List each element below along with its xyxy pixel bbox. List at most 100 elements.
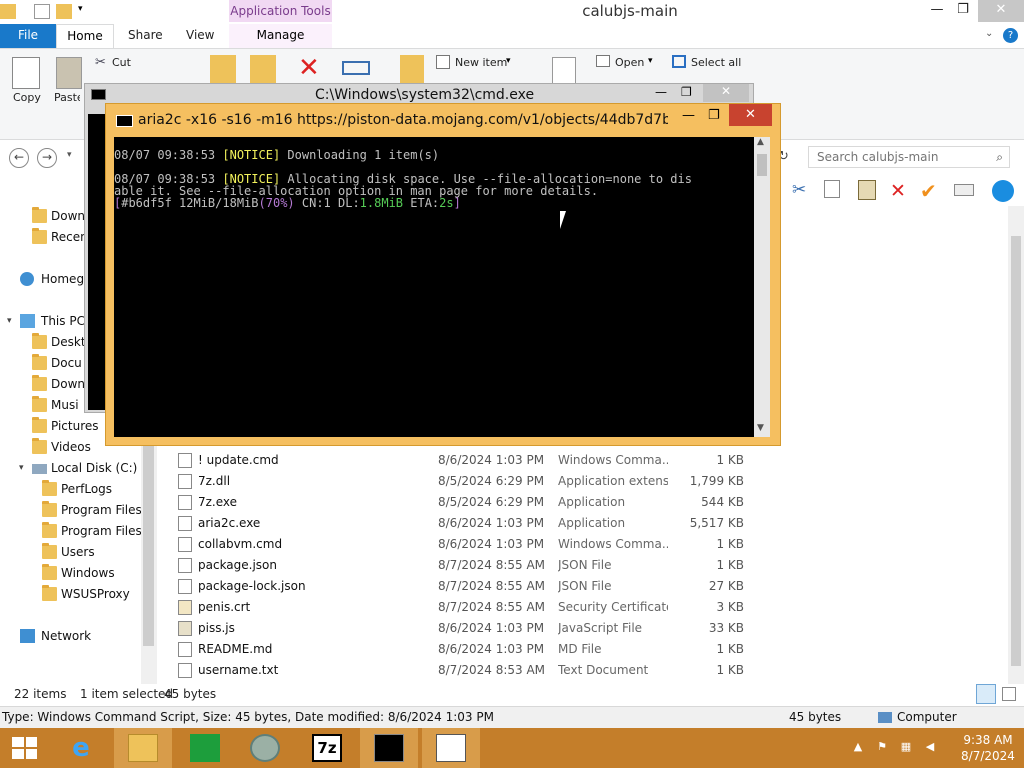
close-button[interactable]: ✕ bbox=[729, 104, 772, 126]
rename-icon[interactable] bbox=[342, 61, 370, 75]
folder-icon[interactable] bbox=[0, 4, 16, 19]
tab-view[interactable]: View bbox=[186, 28, 214, 42]
paste-button[interactable]: Paste bbox=[54, 91, 80, 104]
folder-icon bbox=[32, 354, 47, 370]
cut-button[interactable]: Cut bbox=[112, 56, 131, 69]
file-row[interactable]: aria2c.exe 8/6/2024 1:03 PM Application … bbox=[170, 513, 770, 534]
tab-file[interactable]: File bbox=[0, 24, 56, 48]
file-row[interactable]: collabvm.cmd 8/6/2024 1:03 PM Windows Co… bbox=[170, 534, 770, 555]
file-row[interactable]: package.json 8/7/2024 8:55 AM JSON File … bbox=[170, 555, 770, 576]
scrollbar-thumb[interactable] bbox=[143, 446, 154, 646]
minimize-button[interactable]: — bbox=[682, 108, 695, 123]
progress-connections: CN:1 DL: bbox=[294, 196, 360, 210]
help-icon[interactable]: ? bbox=[1003, 28, 1018, 43]
copy-icon[interactable] bbox=[824, 180, 840, 198]
rename-icon[interactable] bbox=[954, 184, 974, 196]
console-scrollbar[interactable]: ▲ ▼ bbox=[754, 137, 770, 437]
copy-icon[interactable] bbox=[12, 57, 40, 89]
checkmark-icon[interactable]: ✔ bbox=[920, 180, 942, 202]
file-row[interactable]: package-lock.json 8/7/2024 8:55 AM JSON … bbox=[170, 576, 770, 597]
file-row[interactable]: username.txt 8/7/2024 8:53 AM Text Docum… bbox=[170, 660, 770, 681]
action-center-flag-icon[interactable]: ⚑ bbox=[874, 740, 890, 756]
minimize-button[interactable]: — bbox=[924, 0, 950, 22]
start-button[interactable] bbox=[0, 728, 50, 768]
nav-item-label: Recen bbox=[51, 230, 88, 244]
paste-icon[interactable] bbox=[56, 57, 82, 89]
taskbar-chrome[interactable] bbox=[236, 728, 294, 768]
nav-item-label: Musi bbox=[51, 398, 79, 412]
tab-share[interactable]: Share bbox=[128, 28, 163, 42]
new-item-dropdown-icon[interactable]: ▾ bbox=[506, 56, 511, 66]
large-icons-view-icon[interactable] bbox=[1002, 687, 1016, 701]
file-row[interactable]: 7z.exe 8/5/2024 6:29 PM Application 544 … bbox=[170, 492, 770, 513]
details-view-icon[interactable] bbox=[976, 684, 996, 704]
new-item-icon[interactable] bbox=[436, 55, 450, 69]
console-output[interactable]: 08/07 09:38:53 [NOTICE] Downloading 1 it… bbox=[114, 137, 754, 437]
new-item-button[interactable]: New item bbox=[455, 56, 507, 69]
back-button[interactable]: ← bbox=[9, 148, 29, 168]
file-date: 8/7/2024 8:53 AM bbox=[438, 663, 546, 677]
file-name: collabvm.cmd bbox=[198, 537, 283, 551]
close-button[interactable]: ✕ bbox=[703, 84, 749, 102]
cut-icon[interactable]: ✂ bbox=[792, 180, 814, 202]
file-date: 8/6/2024 1:03 PM bbox=[438, 537, 545, 551]
move-to-icon[interactable] bbox=[210, 55, 236, 85]
taskbar-internet-explorer[interactable]: e bbox=[52, 728, 110, 768]
properties-icon[interactable] bbox=[34, 4, 50, 19]
file-row[interactable]: penis.crt 8/7/2024 8:55 AM Security Cert… bbox=[170, 597, 770, 618]
copy-button[interactable]: Copy bbox=[13, 91, 41, 104]
file-size: 1 KB bbox=[716, 558, 744, 572]
properties-large-icon[interactable] bbox=[552, 57, 576, 85]
new-folder-icon[interactable] bbox=[56, 4, 72, 19]
search-box[interactable]: ⌕ bbox=[808, 146, 1010, 168]
search-icon[interactable]: ⌕ bbox=[996, 150, 1003, 165]
volume-muted-icon[interactable]: ◀ bbox=[922, 740, 938, 756]
ribbon-collapse-icon[interactable]: ⌄ bbox=[985, 28, 993, 39]
open-button[interactable]: Open bbox=[615, 56, 644, 69]
file-row[interactable]: 7z.dll 8/5/2024 6:29 PM Application exte… bbox=[170, 471, 770, 492]
file-date: 8/6/2024 1:03 PM bbox=[438, 642, 545, 656]
delete-icon[interactable]: ✕ bbox=[298, 53, 320, 83]
recent-locations-icon[interactable]: ▾ bbox=[67, 150, 72, 160]
copy-to-icon[interactable] bbox=[250, 55, 276, 85]
forward-button[interactable]: → bbox=[37, 148, 57, 168]
scrollbar-thumb[interactable] bbox=[757, 154, 767, 176]
select-all-icon[interactable] bbox=[672, 55, 686, 68]
scrollbar-thumb[interactable] bbox=[1011, 236, 1021, 666]
taskbar-7zip[interactable]: 7z bbox=[298, 728, 356, 768]
qat-dropdown-icon[interactable]: ▾ bbox=[78, 4, 94, 19]
minimize-button[interactable]: — bbox=[655, 85, 667, 99]
taskbar-file-explorer[interactable] bbox=[114, 728, 172, 768]
new-folder-icon-large[interactable] bbox=[400, 55, 424, 85]
expand-chevron-icon[interactable]: ▾ bbox=[7, 311, 12, 332]
close-button[interactable]: ✕ bbox=[978, 0, 1024, 22]
show-hidden-icons-icon[interactable]: ▲ bbox=[850, 740, 866, 756]
taskbar-command-prompt[interactable] bbox=[360, 728, 418, 768]
network-tray-icon[interactable]: ▦ bbox=[898, 740, 914, 756]
maximize-button[interactable]: ❐ bbox=[681, 85, 692, 99]
nav-item-label: Program Files ( bbox=[61, 524, 151, 538]
taskbar-clock[interactable]: 9:38 AM 8/7/2024 bbox=[955, 732, 1021, 764]
tab-manage[interactable]: Manage bbox=[229, 24, 332, 48]
tab-home[interactable]: Home bbox=[56, 24, 114, 48]
file-row[interactable]: ! update.cmd 8/6/2024 1:03 PM Windows Co… bbox=[170, 450, 770, 471]
globe-icon[interactable] bbox=[992, 180, 1014, 202]
select-all-button[interactable]: Select all bbox=[691, 56, 741, 69]
file-row[interactable]: piss.js 8/6/2024 1:03 PM JavaScript File… bbox=[170, 618, 770, 639]
scroll-up-arrow[interactable]: ▲ bbox=[757, 137, 764, 147]
paste-icon[interactable] bbox=[858, 180, 876, 200]
maximize-button[interactable]: ❐ bbox=[708, 108, 720, 123]
maximize-button[interactable]: ❐ bbox=[950, 0, 976, 22]
delete-icon[interactable]: ✕ bbox=[890, 180, 912, 202]
cut-icon[interactable]: ✂ bbox=[95, 55, 106, 70]
taskbar-notepad[interactable] bbox=[422, 728, 480, 768]
file-list-scrollbar[interactable] bbox=[1008, 206, 1024, 684]
open-icon[interactable] bbox=[596, 55, 610, 67]
file-row[interactable]: README.md 8/6/2024 1:03 PM MD File 1 KB bbox=[170, 639, 770, 660]
aria2c-console-window[interactable]: aria2c -x16 -s16 -m16 https://piston-dat… bbox=[105, 103, 781, 446]
expand-chevron-icon[interactable]: ▾ bbox=[19, 458, 24, 479]
taskbar-store[interactable] bbox=[176, 728, 234, 768]
search-input[interactable] bbox=[809, 147, 979, 167]
open-dropdown-icon[interactable]: ▾ bbox=[648, 56, 653, 66]
scroll-down-arrow[interactable]: ▼ bbox=[757, 423, 764, 433]
